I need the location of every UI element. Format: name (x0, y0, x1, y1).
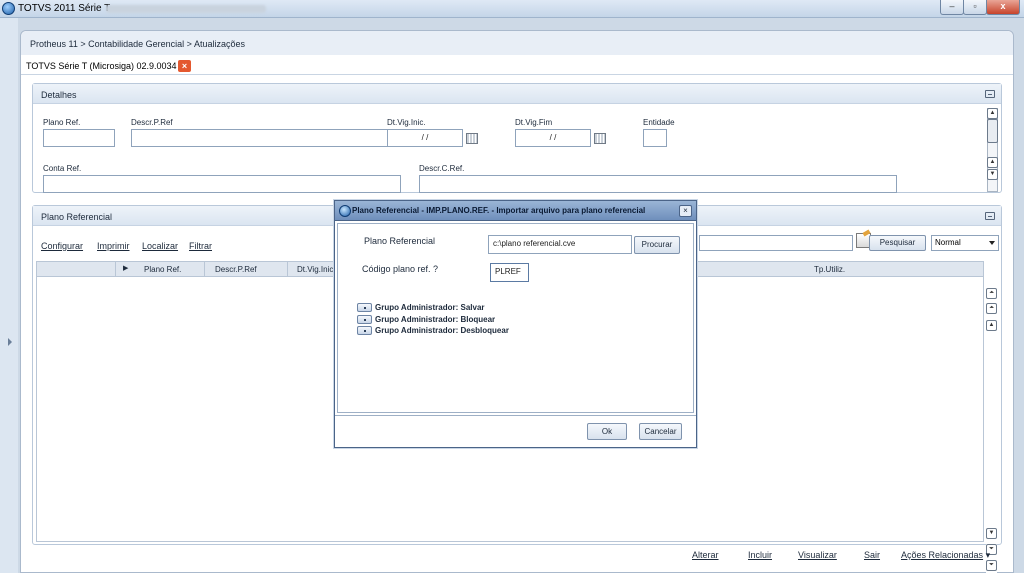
entidade-label: Entidade (643, 118, 675, 127)
close-window-button[interactable]: x (986, 0, 1020, 15)
grid-scrollbar[interactable]: ⏶ ⏶ ▲ ▼ ⏷ ⏷ (986, 288, 997, 573)
entidade-input[interactable] (643, 129, 667, 147)
column-separator (115, 262, 116, 276)
imprimir-link[interactable]: Imprimir (97, 241, 130, 251)
search-input[interactable] (699, 235, 853, 251)
code-input[interactable]: PLREF (490, 263, 529, 282)
group-desbloquear-label: Grupo Administrador: Desbloquear (375, 326, 509, 335)
file-label: Plano Referencial (364, 236, 436, 246)
breadcrumb: Protheus 11 > Contabilidade Gerencial > … (30, 39, 245, 49)
cancel-button[interactable]: Cancelar (639, 423, 682, 440)
minimize-button[interactable]: – (940, 0, 964, 15)
descr-pref-label: Descr.P.Ref (131, 118, 173, 127)
search-mode-value: Normal (935, 238, 961, 247)
group-bloquear[interactable]: Grupo Administrador: Bloquear (357, 315, 496, 325)
expand-group-icon[interactable] (357, 326, 372, 336)
breadcrumb-bar: Protheus 11 > Contabilidade Gerencial > … (21, 31, 1013, 55)
row-indicator-icon: ▶ (123, 265, 129, 272)
sair-label: Sair (864, 550, 881, 560)
column-tp-utiliz[interactable]: Tp.Utiliz. (814, 265, 845, 274)
scroll-up-icon[interactable]: ▲ (987, 157, 998, 168)
scroll-down-icon[interactable]: ▼ (987, 169, 998, 180)
file-path-input[interactable]: c:\plano referencial.cve (488, 235, 632, 254)
chevron-down-icon[interactable] (989, 241, 995, 245)
filtrar-link[interactable]: Filtrar (189, 241, 212, 251)
group-salvar-label: Grupo Administrador: Salvar (375, 303, 485, 312)
detalhes-title: Detalhes (41, 90, 77, 100)
tab-close-icon[interactable]: × (178, 60, 191, 72)
search-mode-select[interactable]: Normal (931, 235, 999, 251)
dt-vig-inic-label: Dt.Vig.Inic. (387, 118, 426, 127)
scroll-down-icon[interactable]: ▼ (986, 528, 997, 539)
acoes-relacionadas-link[interactable]: Ações Relacionadas ▾ (901, 550, 990, 561)
visualizar-label: Visualizar (798, 550, 837, 560)
group-salvar[interactable]: Grupo Administrador: Salvar (357, 303, 485, 313)
ok-button[interactable]: Ok (587, 423, 627, 440)
conta-ref-input[interactable] (43, 175, 401, 193)
detalhes-scrollbar[interactable]: ▲ ▲ ▼ (987, 108, 998, 192)
sair-link[interactable]: Sair (864, 550, 880, 560)
detalhes-panel: Detalhes Plano Ref. Descr.P.Ref Dt.Vig.I… (32, 83, 1002, 193)
dt-vig-inic-input[interactable]: / / (387, 129, 463, 147)
scroll-up-icon[interactable]: ▲ (986, 320, 997, 331)
code-label: Código plano ref. ? (362, 264, 439, 274)
scroll-thumb[interactable] (987, 119, 998, 143)
descr-pref-input[interactable] (131, 129, 401, 147)
localizar-link[interactable]: Localizar (142, 241, 178, 251)
column-separator (204, 262, 205, 276)
window-title: TOTVS 2011 Série T (18, 3, 111, 14)
detalhes-header: Detalhes (33, 84, 1001, 104)
scroll-page-up-icon[interactable]: ⏶ (986, 303, 997, 314)
dt-vig-fim-label: Dt.Vig.Fim (515, 118, 553, 127)
alterar-link[interactable]: Alterar (692, 550, 719, 560)
column-descr-pref[interactable]: Descr.P.Ref (215, 265, 257, 274)
column-separator (287, 262, 288, 276)
maximize-button[interactable]: ▫ (963, 0, 987, 15)
left-collapsed-sidebar[interactable] (0, 18, 18, 573)
scroll-top-icon[interactable]: ⏶ (986, 288, 997, 299)
pesquisar-button[interactable]: Pesquisar (869, 235, 926, 251)
group-bloquear-label: Grupo Administrador: Bloquear (375, 315, 496, 324)
plano-ref-label: Plano Ref. (43, 118, 81, 127)
chevron-down-icon[interactable]: ▾ (986, 550, 991, 560)
import-dialog: Plano Referencial - IMP.PLANO.REF. - Imp… (334, 200, 697, 448)
scroll-bottom-icon[interactable]: ⏷ (986, 560, 997, 571)
conta-ref-label: Conta Ref. (43, 164, 82, 173)
window-titlebar: TOTVS 2011 Série T – ▫ x (0, 0, 1024, 18)
tab-totvs[interactable]: TOTVS Série T (Microsiga) 02.9.0034 (26, 61, 177, 71)
incluir-link[interactable]: Incluir (748, 550, 772, 560)
descr-cref-input[interactable] (419, 175, 897, 193)
expand-group-icon[interactable] (357, 315, 372, 325)
group-desbloquear[interactable]: Grupo Administrador: Desbloquear (357, 326, 509, 336)
scroll-up-icon[interactable]: ▲ (987, 108, 998, 119)
plano-title: Plano Referencial (41, 212, 113, 222)
dialog-title: Plano Referencial - IMP.PLANO.REF. - Imp… (352, 206, 646, 215)
descr-cref-label: Descr.C.Ref. (419, 164, 465, 173)
configurar-link[interactable]: Configurar (41, 241, 83, 251)
procurar-button[interactable]: Procurar (634, 236, 680, 254)
expand-arrow-icon[interactable] (8, 338, 12, 346)
plano-ref-input[interactable] (43, 129, 115, 147)
acoes-relacionadas-label: Ações Relacionadas (901, 550, 984, 560)
calendar-icon[interactable] (466, 133, 478, 144)
title-redacted-text (106, 5, 266, 13)
dialog-footer: Ok Cancelar (335, 415, 696, 447)
dt-vig-fim-input[interactable]: / / (515, 129, 591, 147)
column-plano-ref[interactable]: Plano Ref. (144, 265, 181, 274)
expand-group-icon[interactable] (357, 303, 372, 313)
collapse-icon[interactable] (985, 212, 995, 220)
incluir-label: Incluir (748, 550, 773, 560)
alterar-label: Alterar (692, 550, 719, 560)
dialog-close-button[interactable]: × (679, 205, 692, 217)
app-logo-icon (2, 2, 15, 15)
dialog-titlebar: Plano Referencial - IMP.PLANO.REF. - Imp… (335, 201, 696, 221)
calendar-icon[interactable] (594, 133, 606, 144)
dialog-body: Plano Referencial c:\plano referencial.c… (337, 223, 694, 413)
app-logo-icon (339, 205, 351, 217)
column-dt-vig-inic[interactable]: Dt.Vig.Inic (297, 265, 333, 274)
collapse-icon[interactable] (985, 90, 995, 98)
visualizar-link[interactable]: Visualizar (798, 550, 837, 560)
